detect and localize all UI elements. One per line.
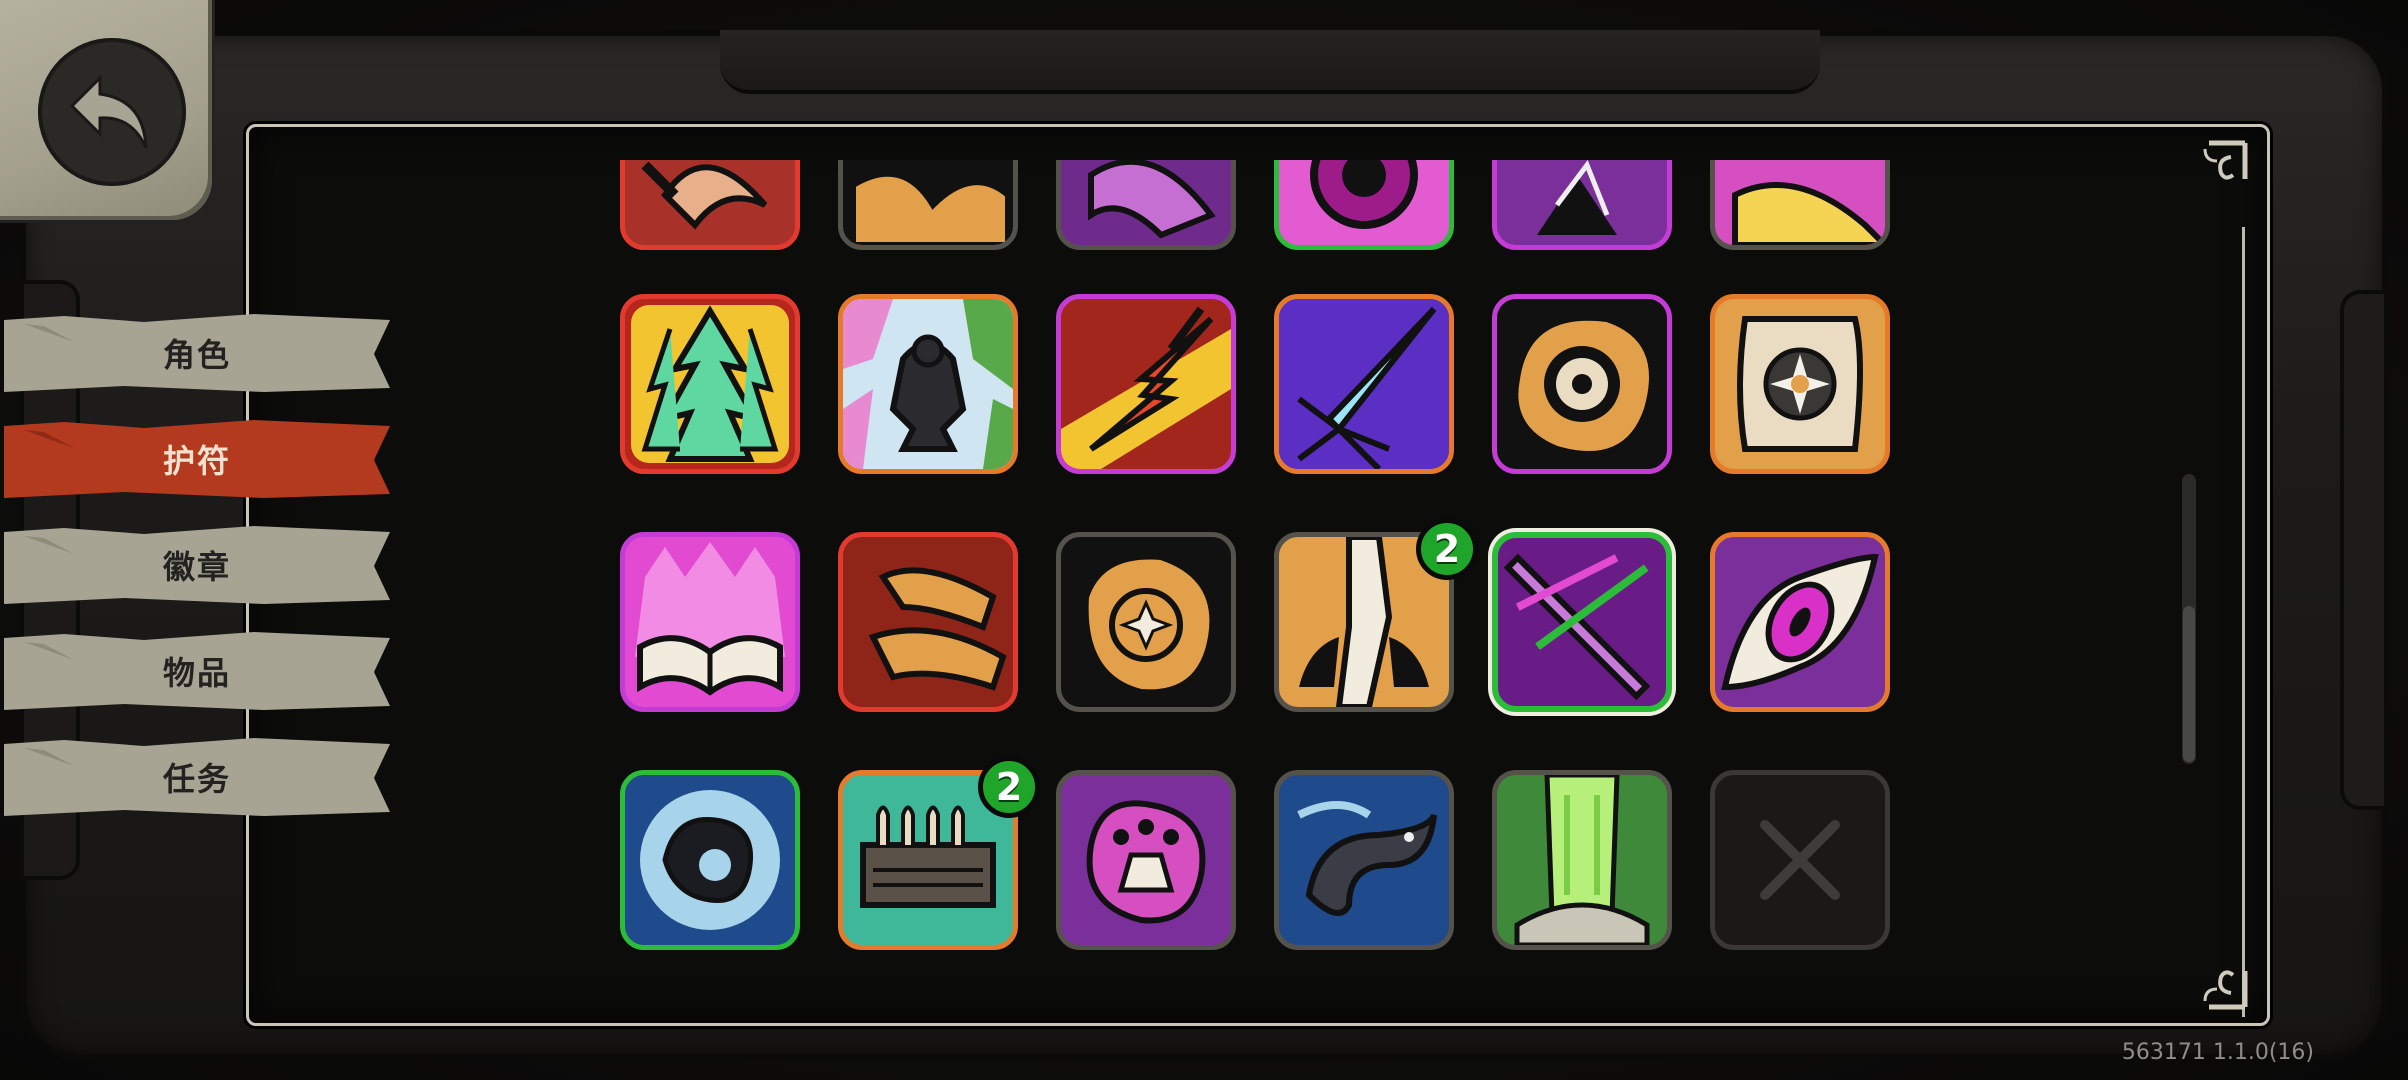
back-arrow-icon bbox=[38, 38, 186, 186]
claw-charm-icon[interactable] bbox=[620, 160, 800, 250]
fists-charm-icon[interactable] bbox=[838, 532, 1018, 712]
count-badge: 2 bbox=[1416, 518, 1478, 580]
tab-quests[interactable]: 任务 bbox=[4, 738, 390, 816]
paw-print-charm-icon[interactable] bbox=[1056, 770, 1236, 950]
ice-spear-charm-icon[interactable] bbox=[1274, 294, 1454, 474]
corner-ornament-icon bbox=[2203, 140, 2248, 180]
green-waterfall-charm-icon[interactable] bbox=[1492, 770, 1672, 950]
spellbook-charm-icon[interactable] bbox=[620, 532, 800, 712]
shadow-burst-charm-icon[interactable] bbox=[620, 770, 800, 950]
sun-gear-charm-icon[interactable] bbox=[1710, 294, 1890, 474]
tab-items[interactable]: 物品 bbox=[4, 632, 390, 710]
arrow-forest-charm-icon[interactable] bbox=[620, 294, 800, 474]
charm-row-partial bbox=[620, 160, 1900, 250]
empty-slot-x-icon[interactable] bbox=[1710, 770, 1890, 950]
shatter-charm-icon[interactable] bbox=[1492, 160, 1672, 250]
purple-beast-charm-icon[interactable] bbox=[1056, 160, 1236, 250]
tab-badge[interactable]: 徽章 bbox=[4, 526, 390, 604]
pink-eye-charm-icon[interactable] bbox=[1274, 160, 1454, 250]
tab-charm[interactable]: 护符 bbox=[4, 420, 390, 498]
tab-role[interactable]: 角色 bbox=[4, 314, 390, 392]
magenta-eye-charm-icon[interactable] bbox=[1710, 532, 1890, 712]
corner-ornament-icon bbox=[2203, 970, 2248, 1010]
frame-top-bar bbox=[720, 30, 1820, 94]
scrollbar-thumb[interactable] bbox=[2183, 606, 2195, 762]
version-label: 563171 1.1.0(16) bbox=[2121, 1040, 2314, 1065]
ornate-charm-icon[interactable] bbox=[838, 160, 1018, 250]
spiral-eye-charm-icon[interactable] bbox=[1492, 294, 1672, 474]
charm-panel bbox=[246, 124, 2270, 1026]
back-button[interactable] bbox=[0, 0, 212, 220]
frame-side-right bbox=[2340, 290, 2388, 810]
count-badge: 2 bbox=[978, 756, 1040, 818]
eel-charm-icon[interactable] bbox=[1274, 770, 1454, 950]
crouching-figure-charm-icon[interactable] bbox=[838, 294, 1018, 474]
lightning-charm-icon[interactable] bbox=[1056, 294, 1236, 474]
panel-right-rule bbox=[2242, 227, 2245, 1017]
gold-rune-charm-icon[interactable] bbox=[1056, 532, 1236, 712]
yellow-flame-charm-icon[interactable] bbox=[1710, 160, 1890, 250]
purple-slash-charm-icon[interactable] bbox=[1492, 532, 1672, 712]
